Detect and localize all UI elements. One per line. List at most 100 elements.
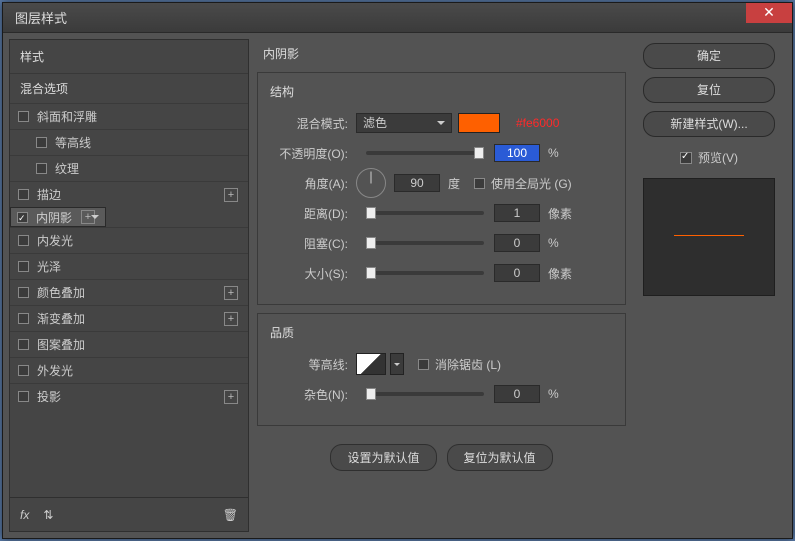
close-button[interactable]: ✕ — [746, 3, 792, 23]
distance-unit: 像素 — [548, 205, 572, 222]
opacity-field[interactable]: 100 — [494, 144, 540, 162]
style-label: 描边 — [37, 186, 61, 203]
arrows-icon[interactable]: ⇅ — [43, 508, 53, 522]
style-checkbox[interactable] — [18, 313, 29, 324]
style-checkbox[interactable] — [18, 189, 29, 200]
style-item-5[interactable]: 内发光 — [10, 227, 248, 253]
contour-picker[interactable] — [356, 353, 386, 375]
trash-icon[interactable]: 🗑 — [223, 508, 238, 522]
add-icon[interactable]: + — [224, 286, 238, 300]
preview-label: 预览(V) — [698, 149, 738, 166]
contour-label: 等高线: — [270, 356, 356, 373]
structure-group: 结构 混合模式: 滤色 #fe6000 不透明度(O): 100 % 角度(A)… — [257, 72, 626, 305]
contour-dropdown[interactable] — [390, 353, 404, 375]
choke-slider[interactable] — [366, 241, 484, 245]
style-item-11[interactable]: 投影 + — [10, 383, 248, 409]
distance-field[interactable]: 1 — [494, 204, 540, 222]
style-checkbox[interactable] — [18, 111, 29, 122]
angle-label: 角度(A): — [270, 175, 356, 192]
style-item-7[interactable]: 颜色叠加 + — [10, 279, 248, 305]
style-checkbox[interactable] — [18, 261, 29, 272]
add-icon[interactable]: + — [81, 210, 95, 224]
dialog-body: 样式 混合选项 斜面和浮雕等高线纹理描边 + 内阴影 + 内发光光泽颜色叠加 + 渐变叠加 +… — [3, 33, 792, 538]
choke-unit: % — [548, 236, 559, 250]
style-label: 外发光 — [37, 362, 73, 379]
effect-title: 内阴影 — [257, 43, 626, 64]
styles-panel: 样式 混合选项 斜面和浮雕等高线纹理描边 + 内阴影 + 内发光光泽颜色叠加 + 渐变叠加 +… — [9, 39, 249, 532]
style-checkbox[interactable] — [36, 163, 47, 174]
window-title: 图层样式 — [15, 8, 67, 27]
fx-label[interactable]: fx — [20, 508, 29, 522]
angle-unit: 度 — [448, 175, 460, 192]
layer-style-window: 图层样式 ✕ 样式 混合选项 斜面和浮雕等高线纹理描边 + 内阴影 + 内发光光泽颜色叠… — [2, 2, 793, 539]
defaults-row: 设置为默认值 复位为默认值 — [257, 444, 626, 471]
noise-unit: % — [548, 387, 559, 401]
preview-checkbox[interactable] — [680, 152, 692, 164]
style-label: 纹理 — [55, 160, 79, 177]
blend-mode-label: 混合模式: — [270, 115, 356, 132]
color-swatch[interactable] — [458, 113, 500, 133]
antialias-checkbox[interactable] — [418, 359, 429, 370]
add-icon[interactable]: + — [224, 188, 238, 202]
global-light-checkbox[interactable] — [474, 178, 485, 189]
set-default-button[interactable]: 设置为默认值 — [330, 444, 436, 471]
preview-thumbnail — [643, 178, 775, 296]
size-label: 大小(S): — [270, 265, 356, 282]
style-checkbox[interactable] — [36, 137, 47, 148]
add-icon[interactable]: + — [224, 390, 238, 404]
titlebar[interactable]: 图层样式 ✕ — [3, 3, 792, 33]
ok-button[interactable]: 确定 — [643, 43, 775, 69]
cancel-button[interactable]: 复位 — [643, 77, 775, 103]
style-item-10[interactable]: 外发光 — [10, 357, 248, 383]
action-panel: 确定 复位 新建样式(W)... 预览(V) — [638, 39, 786, 532]
style-checkbox[interactable] — [18, 365, 29, 376]
blend-mode-select[interactable]: 滤色 — [356, 113, 452, 133]
style-item-9[interactable]: 图案叠加 — [10, 331, 248, 357]
angle-field[interactable]: 90 — [394, 174, 440, 192]
styles-footer: fx ⇅ 🗑 — [10, 497, 248, 531]
noise-field[interactable]: 0 — [494, 385, 540, 403]
blend-options[interactable]: 混合选项 — [10, 73, 248, 103]
style-checkbox[interactable] — [17, 212, 28, 223]
distance-label: 距离(D): — [270, 205, 356, 222]
style-label: 光泽 — [37, 258, 61, 275]
add-icon[interactable]: + — [224, 312, 238, 326]
noise-slider[interactable] — [366, 392, 484, 396]
style-checkbox[interactable] — [18, 287, 29, 298]
angle-dial[interactable] — [356, 168, 386, 198]
style-item-4[interactable]: 内阴影 + — [10, 207, 106, 227]
style-checkbox[interactable] — [18, 235, 29, 246]
antialias-label: 消除锯齿 (L) — [435, 356, 501, 373]
size-slider[interactable] — [366, 271, 484, 275]
choke-label: 阻塞(C): — [270, 235, 356, 252]
style-item-1[interactable]: 等高线 — [10, 129, 248, 155]
quality-title: 品质 — [270, 324, 613, 341]
style-item-3[interactable]: 描边 + — [10, 181, 248, 207]
style-checkbox[interactable] — [18, 339, 29, 350]
opacity-unit: % — [548, 146, 559, 160]
new-style-button[interactable]: 新建样式(W)... — [643, 111, 775, 137]
reset-default-button[interactable]: 复位为默认值 — [447, 444, 553, 471]
style-label: 等高线 — [55, 134, 91, 151]
style-item-8[interactable]: 渐变叠加 + — [10, 305, 248, 331]
style-item-6[interactable]: 光泽 — [10, 253, 248, 279]
structure-title: 结构 — [270, 83, 613, 100]
style-label: 渐变叠加 — [37, 310, 85, 327]
style-label: 投影 — [37, 388, 61, 405]
styles-header: 样式 — [10, 40, 248, 73]
style-checkbox[interactable] — [18, 391, 29, 402]
opacity-slider[interactable] — [366, 151, 484, 155]
style-item-0[interactable]: 斜面和浮雕 — [10, 103, 248, 129]
choke-field[interactable]: 0 — [494, 234, 540, 252]
style-item-2[interactable]: 纹理 — [10, 155, 248, 181]
style-label: 图案叠加 — [37, 336, 85, 353]
size-unit: 像素 — [548, 265, 572, 282]
noise-label: 杂色(N): — [270, 386, 356, 403]
opacity-label: 不透明度(O): — [270, 145, 356, 162]
style-label: 内发光 — [37, 232, 73, 249]
size-field[interactable]: 0 — [494, 264, 540, 282]
quality-group: 品质 等高线: 消除锯齿 (L) 杂色(N): 0 % — [257, 313, 626, 426]
distance-slider[interactable] — [366, 211, 484, 215]
style-label: 内阴影 — [36, 209, 72, 226]
style-label: 颜色叠加 — [37, 284, 85, 301]
